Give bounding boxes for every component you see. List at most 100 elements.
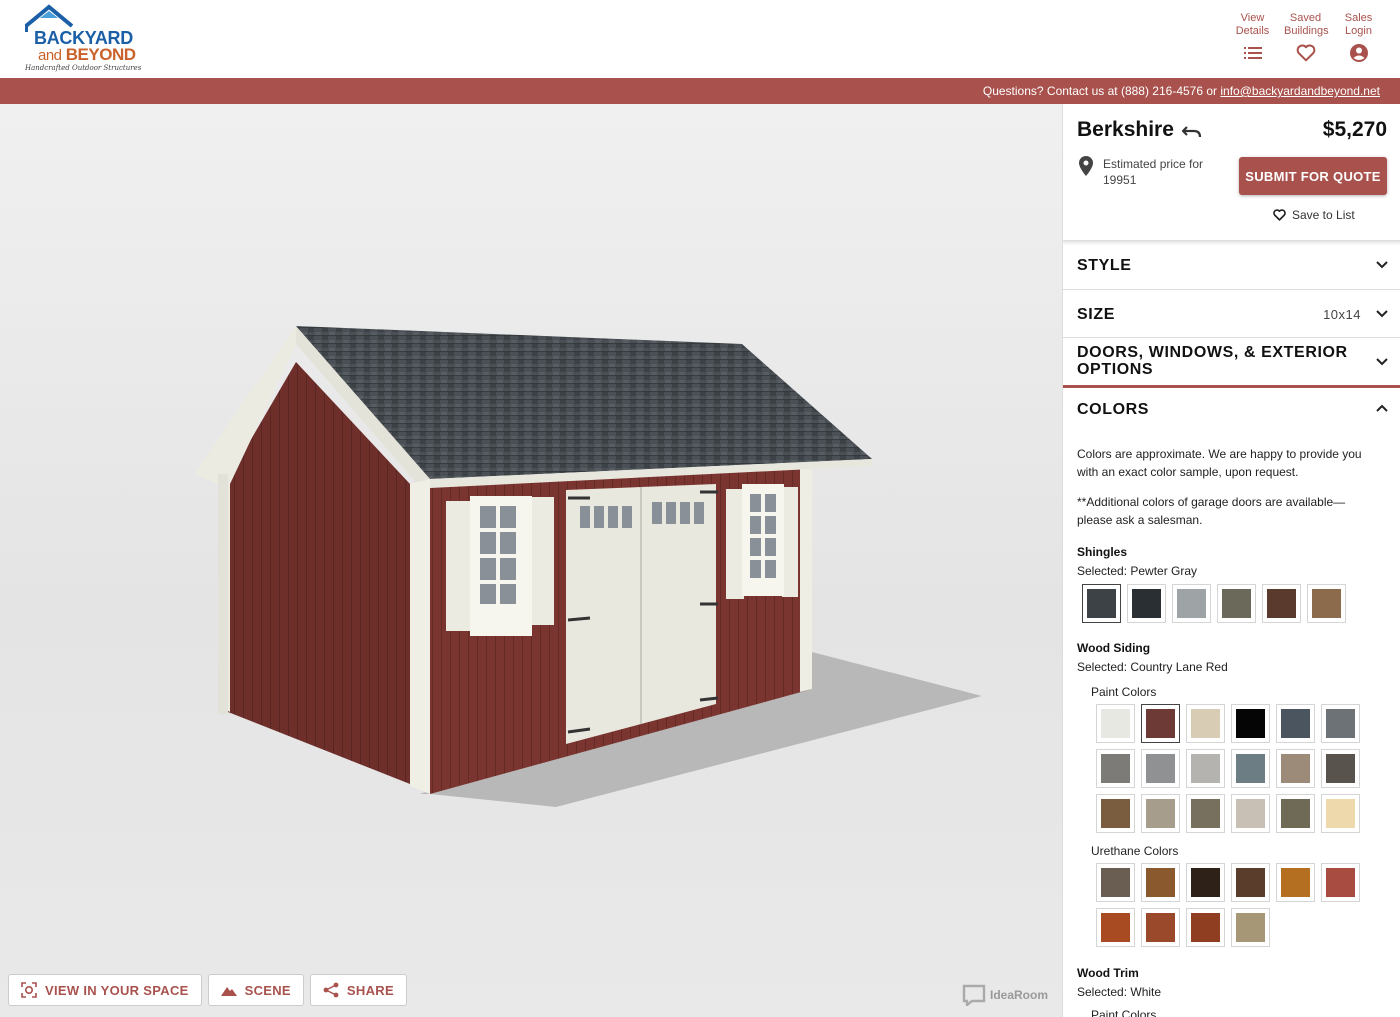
paint-swatch-15[interactable] <box>1231 794 1270 833</box>
scene-button[interactable]: SCENE <box>207 974 304 1006</box>
shingle-swatch-fill <box>1267 589 1296 618</box>
undo-icon[interactable] <box>1181 123 1202 137</box>
paint-swatch-fill <box>1101 799 1130 828</box>
sales-login-link[interactable]: Sales Login <box>1337 12 1380 63</box>
shingle-swatch-fill <box>1177 589 1206 618</box>
wood-trim-title: Wood Trim <box>1077 966 1139 980</box>
paint-swatch-17[interactable] <box>1321 794 1360 833</box>
paint-swatch-fill <box>1101 754 1130 783</box>
wood-trim-paint-title: Paint Colors <box>1091 1008 1157 1017</box>
paint-swatch-14[interactable] <box>1186 794 1225 833</box>
urethane-swatch-4[interactable] <box>1276 863 1315 902</box>
map-pin-icon <box>1079 156 1093 176</box>
section-doors-windows[interactable]: DOORS, WINDOWS, & EXTERIOR OPTIONS <box>1063 338 1400 388</box>
brand-beyond: BEYOND <box>65 45 136 64</box>
paint-swatch-fill <box>1101 709 1130 738</box>
urethane-swatch-fill <box>1191 868 1220 897</box>
paint-colors-title: Paint Colors <box>1091 685 1157 699</box>
brand-line2: and BEYOND <box>38 45 136 65</box>
urethane-swatch-6[interactable] <box>1096 908 1135 947</box>
saved-buildings-link[interactable]: Saved Buildings <box>1284 12 1329 63</box>
urethane-swatch-7[interactable] <box>1141 908 1180 947</box>
urethane-swatch-0[interactable] <box>1096 863 1135 902</box>
paint-swatch-4[interactable] <box>1276 704 1315 743</box>
section-size-value: 10x14 <box>1323 307 1361 322</box>
urethane-swatch-9[interactable] <box>1231 908 1270 947</box>
view-in-your-space-button[interactable]: VIEW IN YOUR SPACE <box>8 974 202 1006</box>
shingle-swatch-fill <box>1087 589 1116 618</box>
paint-swatch-5[interactable] <box>1321 704 1360 743</box>
price: $5,270 <box>1322 118 1387 141</box>
paint-swatch-fill <box>1236 754 1265 783</box>
urethane-swatch-fill <box>1146 913 1175 942</box>
location-text: Estimated price for 19951 <box>1103 157 1204 187</box>
paint-swatch-11[interactable] <box>1321 749 1360 788</box>
sales-login-label1: Sales <box>1344 12 1373 24</box>
paint-swatch-fill <box>1281 754 1310 783</box>
urethane-swatch-5[interactable] <box>1321 863 1360 902</box>
view-details-link[interactable]: View Details <box>1231 12 1274 63</box>
urethane-colors-title: Urethane Colors <box>1091 844 1179 858</box>
paint-swatch-0[interactable] <box>1096 704 1135 743</box>
shingle-swatch-2[interactable] <box>1172 584 1211 623</box>
shingle-swatch-4[interactable] <box>1262 584 1301 623</box>
paint-swatch-6[interactable] <box>1096 749 1135 788</box>
paint-swatch-16[interactable] <box>1276 794 1315 833</box>
paint-swatch-9[interactable] <box>1231 749 1270 788</box>
list-icon <box>1231 43 1274 63</box>
paint-swatches <box>1096 704 1366 833</box>
brand-tagline: Handcrafted Outdoor Structures <box>25 64 142 72</box>
contact-email-link[interactable]: info@backyardandbeyond.net <box>1220 84 1380 98</box>
location-info[interactable]: Estimated price for 19951 <box>1079 156 1213 188</box>
shingle-swatch-5[interactable] <box>1307 584 1346 623</box>
chevron-down-icon <box>1376 310 1388 318</box>
product-summary: Berkshire $5,270 Estimated price for 199… <box>1063 104 1400 241</box>
urethane-swatch-fill <box>1236 868 1265 897</box>
paint-swatch-13[interactable] <box>1141 794 1180 833</box>
wood-siding-title: Wood Siding <box>1077 641 1151 655</box>
urethane-swatch-8[interactable] <box>1186 908 1225 947</box>
paint-swatch-fill <box>1146 709 1175 738</box>
submit-for-quote-button[interactable]: SUBMIT FOR QUOTE <box>1239 157 1387 195</box>
shingle-swatch-3[interactable] <box>1217 584 1256 623</box>
view-details-label1: View <box>1240 12 1265 24</box>
brand-and: and <box>38 47 62 64</box>
brand-logo[interactable]: BACKYARD and BEYOND Handcrafted Outdoor … <box>22 4 152 72</box>
paint-swatch-3[interactable] <box>1231 704 1270 743</box>
header-links: View Details Saved Buildings Sales Login <box>1231 12 1380 63</box>
contact-text: Questions? Contact us at (888) 216-4576 … <box>982 84 1221 98</box>
urethane-swatch-fill <box>1101 913 1130 942</box>
shingle-swatch-fill <box>1312 589 1341 618</box>
shingle-swatch-0[interactable] <box>1082 584 1121 623</box>
shingles-selected: Selected: Pewter Gray <box>1077 564 1198 578</box>
urethane-swatch-fill <box>1326 868 1355 897</box>
urethane-swatch-3[interactable] <box>1231 863 1270 902</box>
viewer-buttons: VIEW IN YOUR SPACE SCENE SHARE <box>8 974 407 1006</box>
save-to-list-button[interactable]: Save to List <box>1273 208 1355 222</box>
urethane-swatch-2[interactable] <box>1186 863 1225 902</box>
scene-label: SCENE <box>244 982 291 998</box>
section-style[interactable]: STYLE <box>1063 241 1400 290</box>
share-button[interactable]: SHARE <box>309 974 407 1006</box>
paint-swatch-8[interactable] <box>1186 749 1225 788</box>
view-in-your-space-label: VIEW IN YOUR SPACE <box>45 982 189 998</box>
saved-buildings-label1: Saved <box>1289 12 1322 24</box>
model-name-text: Berkshire <box>1077 118 1174 141</box>
3d-viewer[interactable]: VIEW IN YOUR SPACE SCENE SHARE IdeaRoom <box>0 104 1062 1017</box>
paint-swatch-7[interactable] <box>1141 749 1180 788</box>
section-colors[interactable]: COLORS <box>1063 388 1400 430</box>
section-size[interactable]: SIZE 10x14 <box>1063 290 1400 338</box>
shingle-swatch-1[interactable] <box>1127 584 1166 623</box>
section-style-label: STYLE <box>1077 257 1132 274</box>
paint-swatch-fill <box>1191 754 1220 783</box>
paint-swatch-2[interactable] <box>1186 704 1225 743</box>
share-label: SHARE <box>346 982 394 998</box>
urethane-swatch-1[interactable] <box>1141 863 1180 902</box>
shingle-swatch-fill <box>1132 589 1161 618</box>
idearoom-logo-icon <box>962 984 986 1006</box>
paint-swatch-10[interactable] <box>1276 749 1315 788</box>
wood-trim-selected: Selected: White <box>1077 985 1162 999</box>
paint-swatch-fill <box>1281 799 1310 828</box>
paint-swatch-12[interactable] <box>1096 794 1135 833</box>
paint-swatch-1[interactable] <box>1141 704 1180 743</box>
